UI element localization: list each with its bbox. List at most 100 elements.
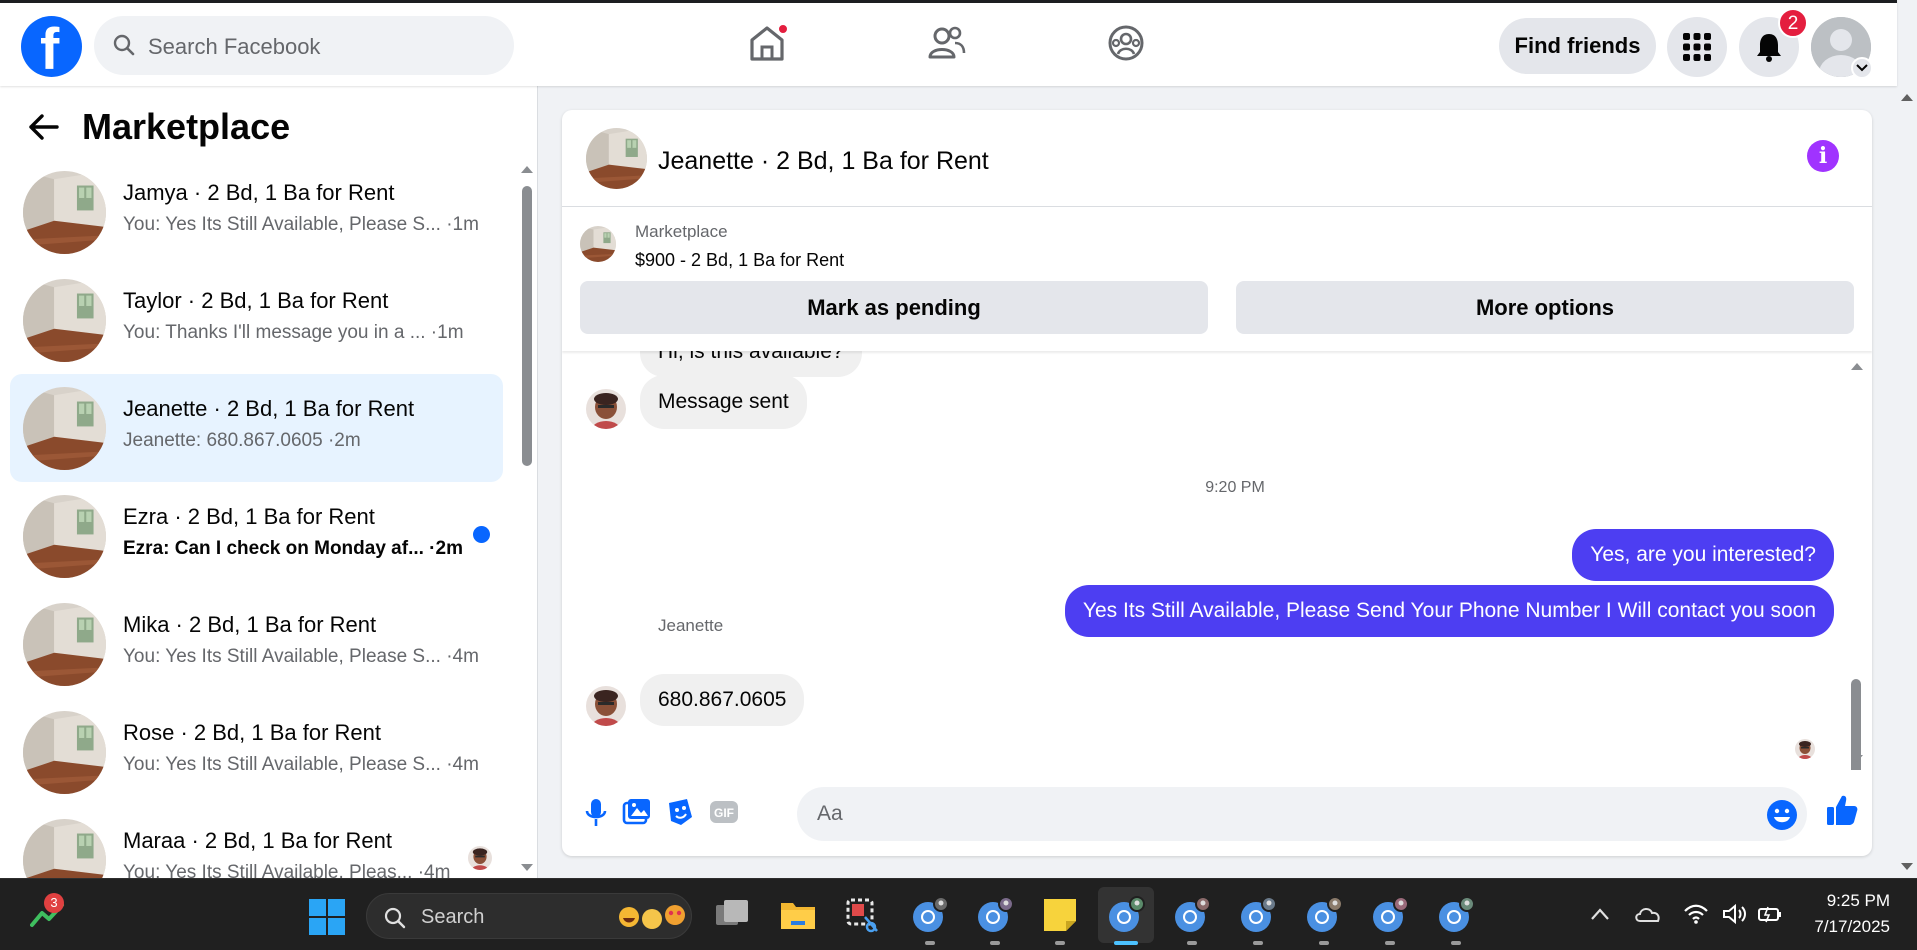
- task-view-icon[interactable]: [712, 895, 752, 935]
- listing-thumbnail[interactable]: [580, 226, 616, 262]
- listing-thumbnail[interactable]: [586, 128, 647, 189]
- chrome-profile-icon[interactable]: [910, 895, 950, 935]
- conversation-item[interactable]: Mika · 2 Bd, 1 Ba for Rent You: Yes Its …: [10, 590, 503, 698]
- scroll-up-arrow-icon[interactable]: [1850, 361, 1864, 371]
- more-options-button[interactable]: More options: [1236, 281, 1854, 334]
- message-input[interactable]: Aa: [797, 787, 1807, 841]
- conversation-item-active[interactable]: Jeanette · 2 Bd, 1 Ba for Rent Jeanette:…: [10, 374, 503, 482]
- message-input-placeholder: Aa: [817, 802, 843, 825]
- bell-icon: [1757, 34, 1781, 62]
- facebook-logo-icon[interactable]: f: [21, 16, 82, 77]
- conversation-title: Rose · 2 Bd, 1 Ba for Rent: [123, 720, 382, 745]
- marketplace-inbox-sidebar: Marketplace Jamya · 2 Bd, 1 Ba for Rent …: [0, 86, 538, 878]
- message-thread: Hi, is this available? Message sent 9:20…: [562, 351, 1872, 770]
- active-indicator: [1114, 941, 1138, 945]
- notification-count-badge: 2: [1778, 8, 1808, 38]
- account-menu-chevron[interactable]: [1851, 57, 1873, 79]
- windows-start-icon[interactable]: [309, 899, 345, 935]
- incoming-message-bubble: Message sent: [640, 375, 807, 429]
- chrome-profile-icon[interactable]: [1370, 895, 1410, 935]
- gif-icon[interactable]: GIF: [708, 797, 740, 827]
- conversation-panel: Jeanette · 2 Bd, 1 Ba for Rent i Marketp…: [562, 110, 1872, 856]
- widget-badge: 3: [44, 893, 64, 913]
- chrome-profile-icon[interactable]: [1436, 895, 1476, 935]
- listing-thumbnail: [23, 819, 106, 878]
- conversation-title: Jeanette · 2 Bd, 1 Ba for Rent: [123, 396, 415, 421]
- sticky-notes-icon[interactable]: [1040, 895, 1080, 935]
- conversation-preview: You: Yes Its Still Available, Please S..…: [123, 754, 479, 775]
- outgoing-message-bubble: Yes, are you interested?: [1572, 529, 1834, 581]
- listing-thumbnail: [23, 279, 106, 362]
- seen-by-avatar: [468, 846, 492, 870]
- info-icon[interactable]: i: [1807, 140, 1839, 172]
- conversation-title: Ezra · 2 Bd, 1 Ba for Rent: [123, 504, 375, 529]
- page-scroll-down-arrow-icon[interactable]: [1900, 862, 1914, 872]
- sidebar-scrollbar-thumb[interactable]: [522, 186, 532, 466]
- sidebar-title: Marketplace: [82, 106, 291, 147]
- thumbs-up-icon[interactable]: [1825, 793, 1859, 827]
- search-icon: [384, 907, 406, 929]
- conversation-title: Jamya · 2 Bd, 1 Ba for Rent: [123, 180, 395, 205]
- scroll-down-arrow-icon[interactable]: [520, 863, 534, 873]
- back-arrow-icon[interactable]: [28, 112, 60, 142]
- snipping-tool-icon[interactable]: [843, 895, 883, 935]
- friends-icon[interactable]: [928, 23, 966, 63]
- conversation-item[interactable]: Maraa · 2 Bd, 1 Ba for Rent You: Yes Its…: [10, 806, 503, 878]
- conversation-title: Maraa · 2 Bd, 1 Ba for Rent: [123, 828, 393, 853]
- search-facebook-field[interactable]: Search Facebook: [94, 16, 514, 75]
- microphone-icon[interactable]: [584, 797, 608, 829]
- emoji-icon[interactable]: [1766, 799, 1798, 831]
- sticker-icon[interactable]: [665, 797, 695, 827]
- menu-grid-icon: [1683, 33, 1711, 61]
- wifi-icon[interactable]: [1683, 903, 1709, 925]
- show-hidden-icons-chevron-icon[interactable]: [1590, 907, 1610, 921]
- conversation-preview: Jeanette: 680.867.0605 ·2m: [123, 430, 361, 451]
- chrome-profile-icon[interactable]: [1106, 895, 1146, 935]
- windows-taskbar: 3 Search 9:25 PM 7/17/2025: [0, 878, 1917, 950]
- chrome-profile-icon[interactable]: [1172, 895, 1212, 935]
- incoming-message-bubble: Hi, is this available?: [640, 351, 862, 377]
- search-placeholder: Search Facebook: [148, 34, 321, 59]
- scroll-down-arrow-icon[interactable]: [1850, 754, 1864, 764]
- chrome-profile-icon[interactable]: [1238, 895, 1278, 935]
- clock-date[interactable]: 7/17/2025: [1790, 917, 1890, 937]
- listing-thumbnail: [23, 387, 106, 470]
- chrome-profile-icon[interactable]: [1304, 895, 1344, 935]
- conversation-item[interactable]: Rose · 2 Bd, 1 Ba for Rent You: Yes Its …: [10, 698, 503, 806]
- scroll-up-arrow-icon[interactable]: [520, 164, 534, 174]
- taskbar-search-box[interactable]: Search: [366, 893, 692, 939]
- listing-thumbnail: [23, 171, 106, 254]
- conversation-preview: You: Yes Its Still Available, Please S..…: [123, 646, 479, 667]
- running-indicator: [1451, 941, 1461, 945]
- conversation-item-unread[interactable]: Ezra · 2 Bd, 1 Ba for Rent Ezra: Can I c…: [10, 482, 503, 590]
- groups-icon[interactable]: [1107, 23, 1145, 63]
- sender-avatar: [586, 686, 626, 726]
- conversation-preview: You: Yes Its Still Available, Please S..…: [123, 214, 479, 235]
- onedrive-cloud-icon[interactable]: [1634, 903, 1662, 927]
- volume-icon[interactable]: [1722, 903, 1748, 925]
- chrome-profile-icon[interactable]: [975, 895, 1015, 935]
- mark-as-pending-button[interactable]: Mark as pending: [580, 281, 1208, 334]
- incoming-message-bubble: 680.867.0605: [640, 674, 805, 726]
- find-friends-button[interactable]: Find friends: [1499, 18, 1656, 74]
- running-indicator: [1385, 941, 1395, 945]
- battery-icon[interactable]: [1757, 904, 1783, 924]
- conversation-title[interactable]: Jeanette · 2 Bd, 1 Ba for Rent: [658, 147, 989, 176]
- home-notification-dot: [777, 23, 789, 35]
- photo-icon[interactable]: [622, 797, 652, 827]
- clock-time[interactable]: 9:25 PM: [1790, 891, 1890, 911]
- file-explorer-icon[interactable]: [778, 895, 818, 935]
- running-indicator: [1187, 941, 1197, 945]
- unread-indicator-dot: [473, 526, 490, 543]
- conversation-title: Mika · 2 Bd, 1 Ba for Rent: [123, 612, 377, 637]
- conversation-item[interactable]: Taylor · 2 Bd, 1 Ba for Rent You: Thanks…: [10, 266, 503, 374]
- listing-card: Marketplace $900 - 2 Bd, 1 Ba for Rent M…: [562, 207, 1872, 351]
- top-navigation-bar: f Search Facebook Find friends 2: [0, 0, 1897, 86]
- listing-name[interactable]: $900 - 2 Bd, 1 Ba for Rent: [635, 250, 844, 271]
- conversation-item[interactable]: Jamya · 2 Bd, 1 Ba for Rent You: Yes Its…: [10, 158, 503, 266]
- conversation-header: Jeanette · 2 Bd, 1 Ba for Rent i: [562, 110, 1872, 207]
- svg-text:GIF: GIF: [714, 806, 734, 820]
- menu-button[interactable]: [1667, 17, 1727, 77]
- outgoing-message-bubble: Yes Its Still Available, Please Send You…: [1064, 585, 1834, 637]
- page-scroll-up-arrow-icon[interactable]: [1900, 92, 1914, 102]
